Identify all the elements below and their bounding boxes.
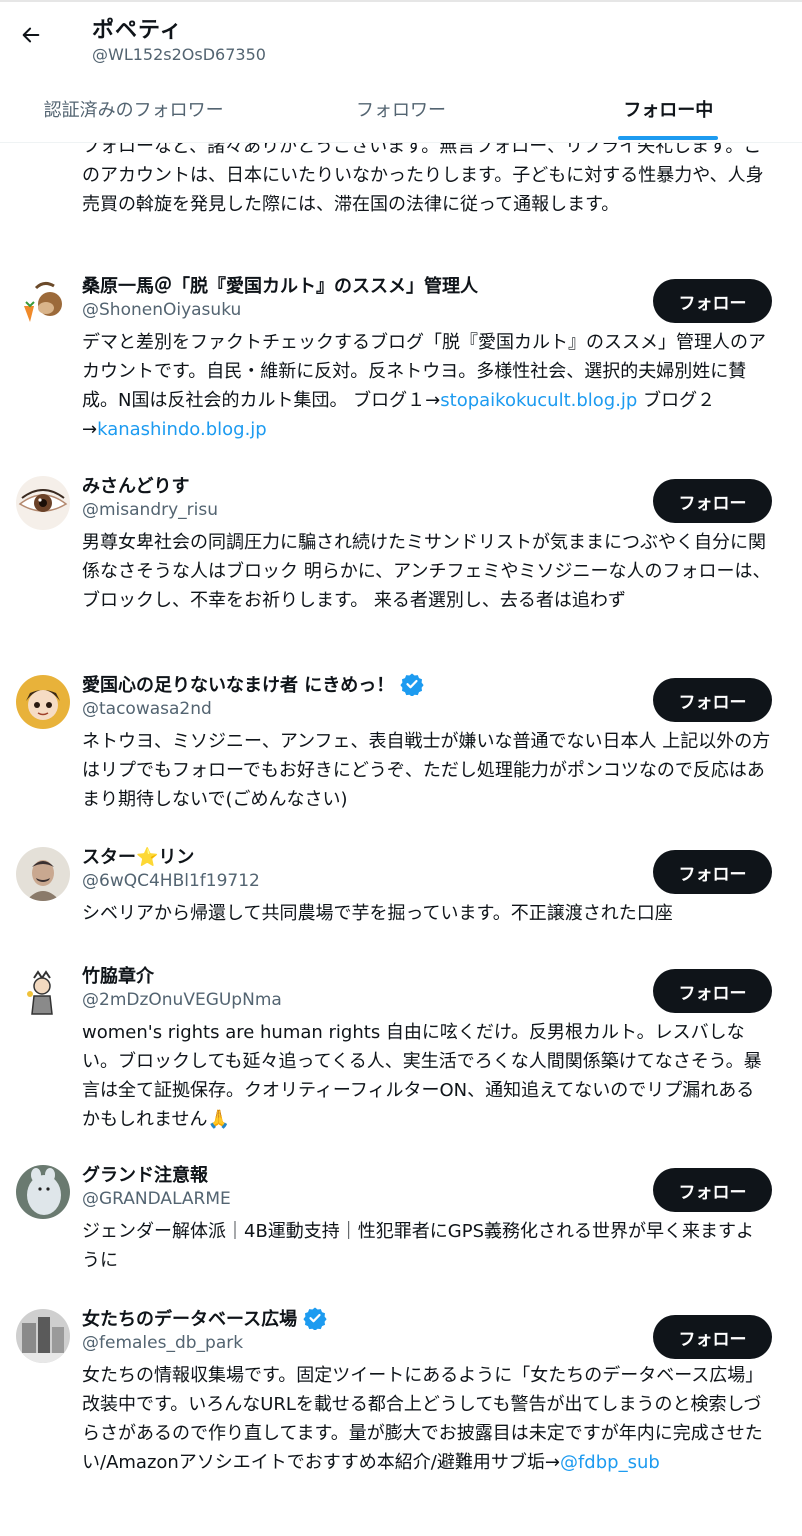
- verified-badge-icon: [400, 672, 424, 696]
- user-handle[interactable]: @females_db_park: [82, 1333, 243, 1353]
- bio-link[interactable]: stopaikokucult.blog.jp: [440, 390, 637, 411]
- avatar[interactable]: [16, 675, 70, 729]
- user-handle[interactable]: @GRANDALARME: [82, 1189, 231, 1209]
- user-name[interactable]: スター⭐リン: [82, 843, 194, 869]
- tab-label: 認証済みのフォロワー: [43, 100, 224, 121]
- user-name[interactable]: 女たちのデータベース広場: [82, 1305, 297, 1331]
- user-name-row[interactable]: 竹脇章介: [82, 962, 154, 988]
- user-name-row[interactable]: 愛国心の足りないなまけ者 にきめっ！: [82, 671, 424, 697]
- user-bio: 男尊女卑社会の同調圧力に騙され続けたミサンドリストが気ままにつぶやく自分に関係な…: [82, 532, 771, 611]
- follow-button[interactable]: フォロー: [653, 1315, 772, 1359]
- user-name[interactable]: 桑原一馬＠「脱『愛国カルト』のススメ」管理人: [82, 272, 478, 298]
- user-name[interactable]: 竹脇章介: [82, 962, 154, 988]
- user-bio: 女たちの情報収集場です。固定ツイートにあるように「女たちのデータベース広場」改装…: [82, 1361, 772, 1477]
- user-bio: ネトウヨ、ミソジニー、アンフェ、表自戦士が嫌いな普通でない日本人 上記以外の方は…: [82, 731, 771, 810]
- divider: [0, 0, 802, 2]
- user-name[interactable]: グランド注意報: [82, 1161, 208, 1187]
- verified-badge-icon: [303, 1306, 327, 1330]
- tab-bar: 認証済みのフォロワー フォロワー フォロー中: [0, 78, 802, 140]
- tab-followers[interactable]: フォロワー: [267, 78, 534, 140]
- user-bio: デマと差別をファクトチェックするブログ「脱『愛国カルト』のススメ」管理人のアカウ…: [82, 328, 772, 444]
- bio-text: 女たちの情報収集場です。固定ツイートにあるように「女たちのデータベース広場」改装…: [82, 1365, 764, 1473]
- avatar[interactable]: [16, 1165, 70, 1219]
- bio-link[interactable]: kanashindo.blog.jp: [97, 419, 267, 440]
- user-name-row[interactable]: みさんどりす: [82, 472, 189, 498]
- avatar[interactable]: [16, 276, 70, 330]
- user-bio: ジェンダー解体派｜4B運動支持｜性犯罪者にGPS義務化される世界が早く来ますよう…: [82, 1221, 755, 1271]
- avatar[interactable]: [16, 476, 70, 530]
- user-handle[interactable]: @misandry_risu: [82, 500, 218, 520]
- user-name-row[interactable]: グランド注意報: [82, 1161, 208, 1187]
- user-bio: women's rights are human rights 自由に呟くだけ。…: [82, 1022, 762, 1130]
- avatar[interactable]: [16, 1309, 70, 1363]
- user-name[interactable]: 愛国心の足りないなまけ者 にきめっ！: [82, 671, 394, 697]
- user-handle[interactable]: @2mDzOnuVEGUpNma: [82, 990, 282, 1010]
- tab-verified-followers[interactable]: 認証済みのフォロワー: [0, 78, 267, 140]
- user-name[interactable]: みさんどりす: [82, 472, 189, 498]
- tab-following[interactable]: フォロー中: [535, 78, 802, 140]
- user-bio: シベリアから帰還して共同農場で芋を掘っています。不正譲渡された口座: [82, 903, 673, 924]
- avatar[interactable]: [16, 847, 70, 901]
- avatar[interactable]: [16, 966, 70, 1020]
- partial-user-bio: フォローなど、諸々ありがとうございます。無言フォロー、リプライ失礼します。このア…: [82, 136, 764, 215]
- user-name-row[interactable]: スター⭐リン: [82, 843, 194, 869]
- active-tab-indicator: [618, 136, 719, 140]
- page-header: ポペティ @WL152s2OsD67350 認証済みのフォロワー フォロワー フ…: [0, 0, 802, 143]
- tab-label: フォロー中: [623, 100, 714, 121]
- back-button[interactable]: [12, 18, 50, 56]
- follow-button[interactable]: フォロー: [653, 1168, 772, 1212]
- follow-button[interactable]: フォロー: [653, 850, 772, 894]
- profile-handle: @WL152s2OsD67350: [92, 45, 266, 64]
- user-handle[interactable]: @tacowasa2nd: [82, 699, 212, 719]
- follow-button[interactable]: フォロー: [653, 678, 772, 722]
- follow-button[interactable]: フォロー: [653, 479, 772, 523]
- user-handle[interactable]: @ShonenOiyasuku: [82, 300, 241, 320]
- follow-button[interactable]: フォロー: [653, 969, 772, 1013]
- user-name-row[interactable]: 桑原一馬＠「脱『愛国カルト』のススメ」管理人: [82, 272, 478, 298]
- back-arrow-icon: [20, 24, 42, 50]
- bio-link[interactable]: @fdbp_sub: [560, 1452, 660, 1473]
- user-name-row[interactable]: 女たちのデータベース広場: [82, 1305, 327, 1331]
- follow-button[interactable]: フォロー: [653, 279, 772, 323]
- tab-label: フォロワー: [355, 100, 446, 121]
- profile-name: ポペティ: [92, 18, 183, 43]
- user-handle[interactable]: @6wQC4HBl1f19712: [82, 871, 260, 891]
